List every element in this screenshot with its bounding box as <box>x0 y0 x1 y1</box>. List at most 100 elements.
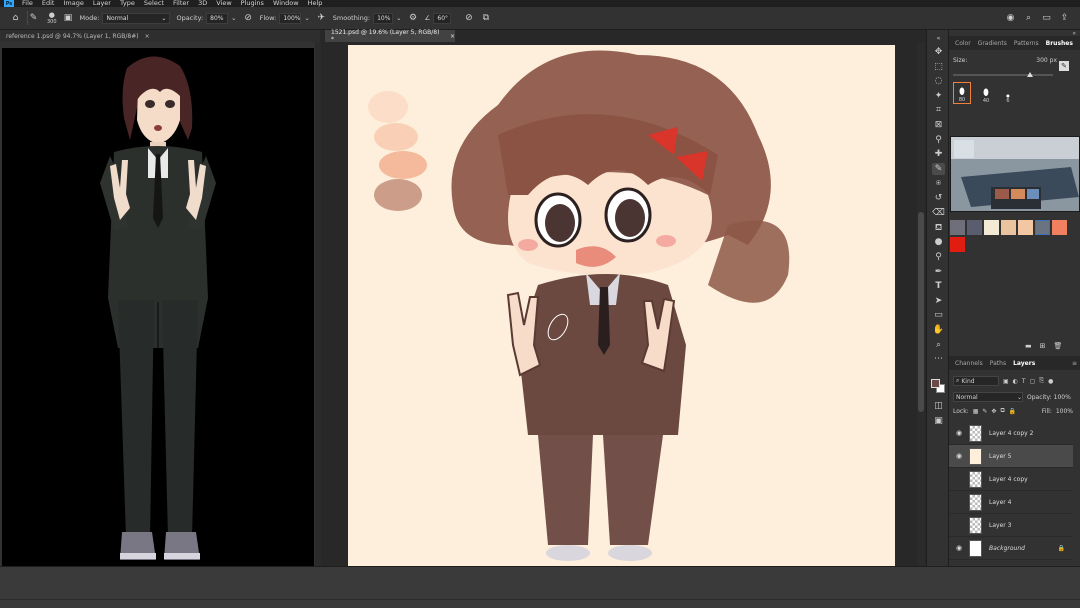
tab-paths[interactable]: Paths <box>990 360 1006 367</box>
layer-row[interactable]: Layer 4 <box>949 491 1073 514</box>
swatch-3[interactable] <box>984 220 999 235</box>
swatch-7[interactable] <box>1052 220 1067 235</box>
eraser-tool-icon[interactable]: ⌫ <box>932 207 945 219</box>
symmetry-icon[interactable]: ⧉ <box>480 13 491 24</box>
fill-value[interactable]: 100% <box>1056 408 1073 415</box>
tab-channels[interactable]: Channels <box>955 360 983 367</box>
hand-tool-icon[interactable]: ✋ <box>932 324 945 336</box>
menu-plugins[interactable]: Plugins <box>241 0 264 7</box>
menu-image[interactable]: Image <box>63 0 83 7</box>
screen-mode-icon[interactable]: ▣ <box>932 415 945 427</box>
layer-row[interactable]: ◉ Layer 4 copy 2 <box>949 422 1073 445</box>
workspace-icon[interactable]: ▭ <box>1041 13 1052 24</box>
blur-tool-icon[interactable]: ● <box>932 236 945 248</box>
brush-preset-1[interactable]: ⬮ 80 <box>953 82 971 104</box>
brush-preset-2[interactable]: ⬮ 40 <box>977 82 995 104</box>
reference-scrollbar[interactable] <box>315 42 321 566</box>
filter-shape-icon[interactable]: ▢ <box>1030 378 1036 385</box>
chevron-down-icon[interactable]: ⌄ <box>231 14 236 22</box>
blend-mode-select[interactable]: Normal ⌄ <box>953 392 1023 402</box>
paint-bucket-tool-icon[interactable]: ⛾ <box>932 222 945 234</box>
pressure-opacity-icon[interactable]: ⊘ <box>243 13 254 24</box>
brush-tool-icon[interactable]: ✎ <box>932 163 945 175</box>
tab-color[interactable]: Color <box>955 40 971 47</box>
airbrush-icon[interactable]: ✈ <box>316 13 327 24</box>
swatch-8[interactable] <box>950 237 965 252</box>
brush-preset-picker[interactable]: ● 300 <box>47 11 57 25</box>
menu-file[interactable]: File <box>22 0 33 7</box>
tab-brushes[interactable]: Brushes <box>1046 40 1073 47</box>
opacity-input[interactable]: 80% <box>206 12 229 24</box>
lock-all-icon[interactable]: 🔒 <box>1009 408 1016 415</box>
scrollbar-thumb[interactable] <box>918 212 924 412</box>
pen-tool-icon[interactable]: ✒ <box>932 266 945 278</box>
path-selection-tool-icon[interactable]: ➤ <box>932 295 945 307</box>
pressure-size-icon[interactable]: ⊘ <box>463 13 474 24</box>
chevron-down-icon[interactable]: ⌄ <box>396 14 401 22</box>
trash-icon[interactable]: 🗑 <box>1054 342 1063 350</box>
history-brush-tool-icon[interactable]: ↺ <box>932 192 945 204</box>
tab-patterns[interactable]: Patterns <box>1014 40 1039 47</box>
tab-reference[interactable]: reference 1.psd @ 94.7% (Layer 1, RGB/8#… <box>0 30 320 42</box>
menu-help[interactable]: Help <box>308 0 323 7</box>
layer-filter-select[interactable]: ⌕ Kind <box>953 376 999 386</box>
menu-select[interactable]: Select <box>144 0 164 7</box>
brush-size-slider[interactable] <box>953 72 1053 77</box>
magic-wand-tool-icon[interactable]: ✦ <box>932 90 945 102</box>
tab-main[interactable]: 1521.psd @ 19.6% (Layer 5, RGB/8) * × <box>325 29 455 43</box>
swatch-6[interactable] <box>1035 220 1050 235</box>
crop-tool-icon[interactable]: ⌗ <box>932 104 945 116</box>
menu-window[interactable]: Window <box>273 0 299 7</box>
brush-size-field[interactable]: 300 px <box>1036 57 1057 64</box>
move-tool-icon[interactable]: ✥ <box>932 46 945 58</box>
filter-adjustment-icon[interactable]: ◐ <box>1013 378 1018 385</box>
reference-canvas[interactable] <box>2 48 314 566</box>
menu-view[interactable]: View <box>216 0 231 7</box>
type-tool-icon[interactable]: T <box>932 280 945 292</box>
angle-input[interactable]: 60° <box>433 12 452 24</box>
search-icon[interactable]: ⌕ <box>1023 13 1034 24</box>
close-icon[interactable]: × <box>145 33 150 40</box>
flow-input[interactable]: 100% <box>279 12 302 24</box>
chevron-down-icon[interactable]: ⌄ <box>304 14 309 22</box>
close-icon[interactable]: × <box>450 33 455 40</box>
layer-opacity-value[interactable]: 100% <box>1054 394 1071 401</box>
filter-pixel-icon[interactable]: ▣ <box>1003 378 1009 385</box>
home-icon[interactable]: ⌂ <box>10 13 21 24</box>
menu-filter[interactable]: Filter <box>173 0 189 7</box>
lock-position-icon[interactable]: ✥ <box>991 408 996 415</box>
eye-icon[interactable]: ◉ <box>954 544 964 552</box>
tab-gradients[interactable]: Gradients <box>978 40 1007 47</box>
filter-smart-icon[interactable]: ⎘ <box>1039 377 1044 385</box>
swatch-4[interactable] <box>1001 220 1016 235</box>
brush-tool-preset-icon[interactable]: ✎ <box>28 13 39 24</box>
layer-row[interactable]: Layer 3 <box>949 514 1073 537</box>
foreground-color-swatch[interactable] <box>931 379 940 388</box>
mode-select[interactable]: Normal ⌄ <box>102 12 171 24</box>
brush-settings-icon[interactable]: ▣ <box>63 13 74 24</box>
eye-icon[interactable]: ◉ <box>954 452 964 460</box>
tab-layers[interactable]: Layers <box>1013 360 1035 367</box>
new-brush-icon[interactable]: ✎ <box>1059 61 1069 71</box>
lock-transparency-icon[interactable]: ▦ <box>973 408 979 415</box>
user-icon[interactable]: ◉ <box>1005 13 1016 24</box>
smoothing-gear-icon[interactable]: ⚙ <box>408 13 419 24</box>
filter-toggle-icon[interactable]: ● <box>1048 378 1053 385</box>
frame-tool-icon[interactable]: ⊠ <box>932 119 945 131</box>
menu-type[interactable]: Type <box>120 0 135 7</box>
collapse-arrows-icon[interactable]: « <box>932 32 945 44</box>
lock-artboard-icon[interactable]: ⧉ <box>1000 407 1004 415</box>
clone-stamp-tool-icon[interactable]: ⍟ <box>932 178 945 190</box>
layer-row[interactable]: ◉ Layer 5 <box>949 445 1073 468</box>
healing-brush-tool-icon[interactable]: ✚ <box>932 148 945 160</box>
layer-row[interactable]: Layer 4 copy <box>949 468 1073 491</box>
panel-menu-icon[interactable]: ≡ <box>1072 360 1077 367</box>
menu-edit[interactable]: Edit <box>42 0 55 7</box>
dodge-tool-icon[interactable]: ⚲ <box>932 251 945 263</box>
rectangle-tool-icon[interactable]: ▭ <box>932 309 945 321</box>
menu-3d[interactable]: 3D <box>198 0 207 7</box>
eye-icon[interactable]: ◉ <box>954 429 964 437</box>
marquee-tool-icon[interactable]: ⬚ <box>932 61 945 73</box>
quick-mask-icon[interactable]: ◫ <box>932 400 945 412</box>
swatch-1[interactable] <box>950 220 965 235</box>
